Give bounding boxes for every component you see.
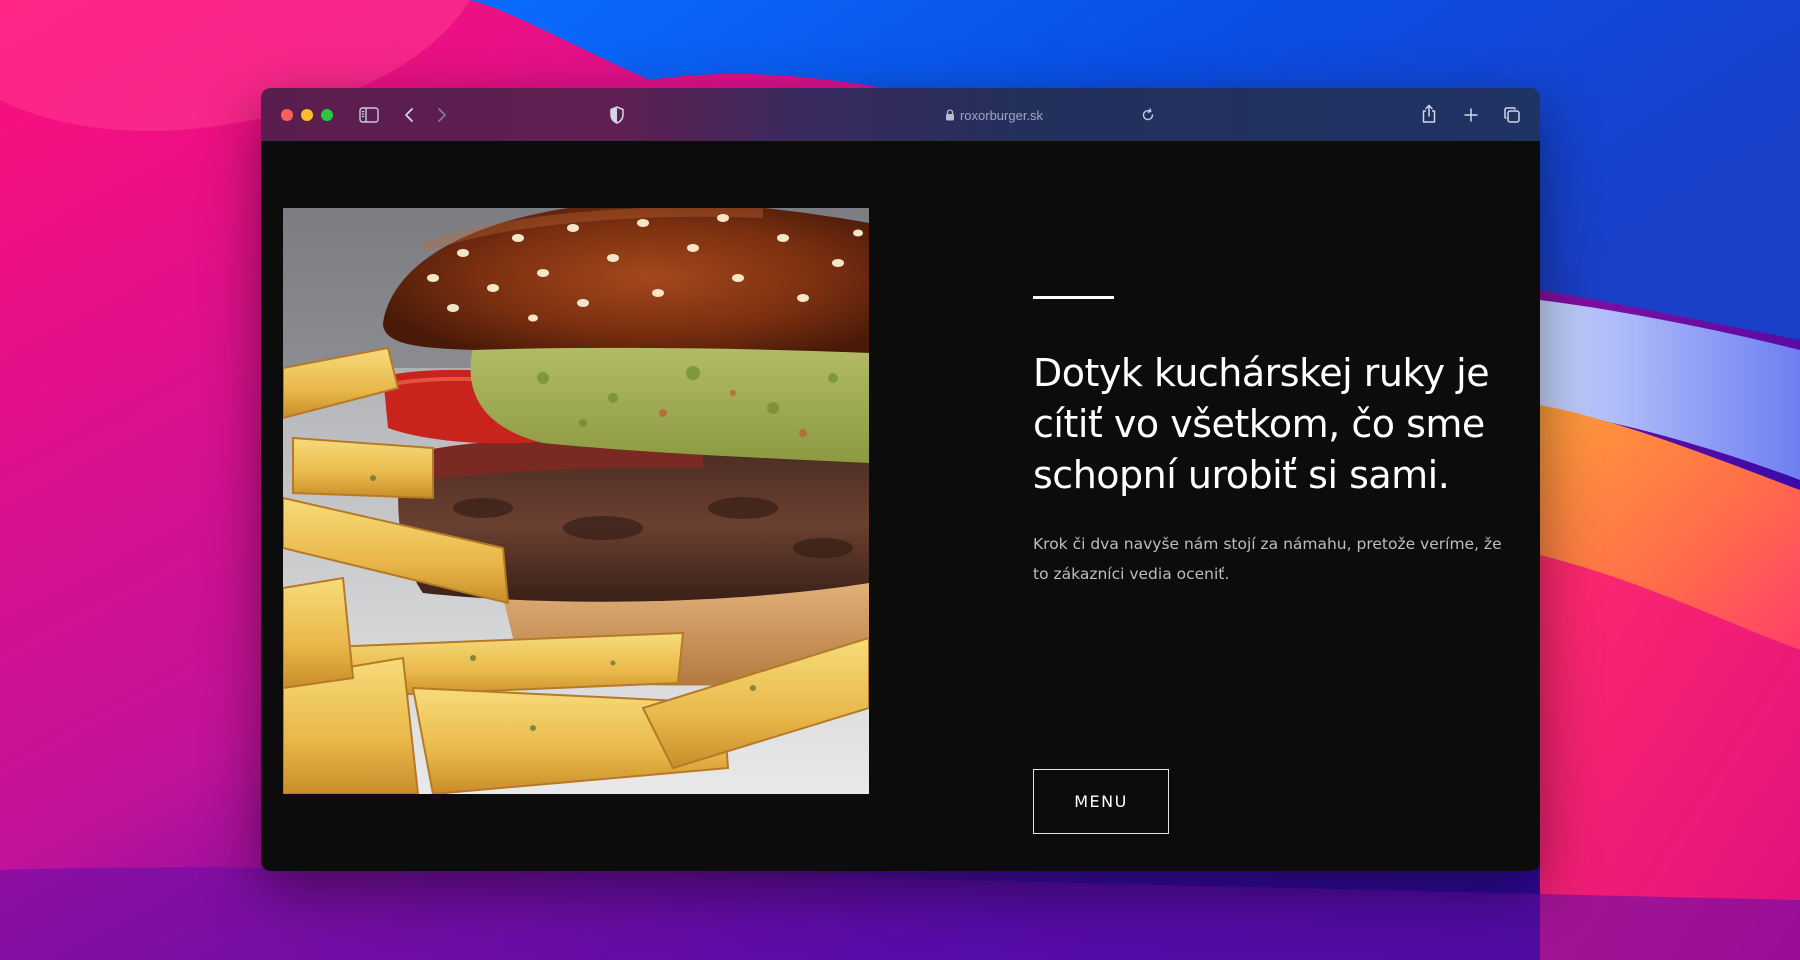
tabs-overview-icon[interactable] [1501,104,1523,126]
lock-icon [945,109,955,121]
share-icon[interactable] [1418,102,1440,126]
menu-button[interactable]: MENU [1033,769,1169,834]
minimize-window-button[interactable] [301,109,313,121]
plus-icon[interactable] [1460,104,1482,126]
page-headline: Dotyk kuchárskej ruky je cítiť vo všetko… [1033,351,1490,497]
burger-with-fries-photo [283,208,869,794]
chevron-left-icon[interactable] [399,104,419,126]
reload-icon[interactable] [1137,104,1159,126]
browser-window: roxorburger.sk Dotyk kuchárskej ruky je … [261,88,1540,871]
web-page: Dotyk kuchárskej ruky je cítiť vo všetko… [261,141,1540,871]
browser-toolbar: roxorburger.sk [261,88,1540,141]
shield-icon[interactable] [606,104,628,126]
zoom-window-button[interactable] [321,109,333,121]
desktop: roxorburger.sk Dotyk kuchárskej ruky je … [0,0,1800,960]
address-bar[interactable]: roxorburger.sk [844,104,1144,126]
page-subtext: Krok či dva navyše nám stojí za námahu, … [1033,535,1502,583]
sidebar-icon[interactable] [357,104,381,126]
heading-divider [1033,296,1114,299]
close-window-button[interactable] [281,109,293,121]
chevron-right-icon[interactable] [432,104,452,126]
address-text: roxorburger.sk [959,107,1044,123]
